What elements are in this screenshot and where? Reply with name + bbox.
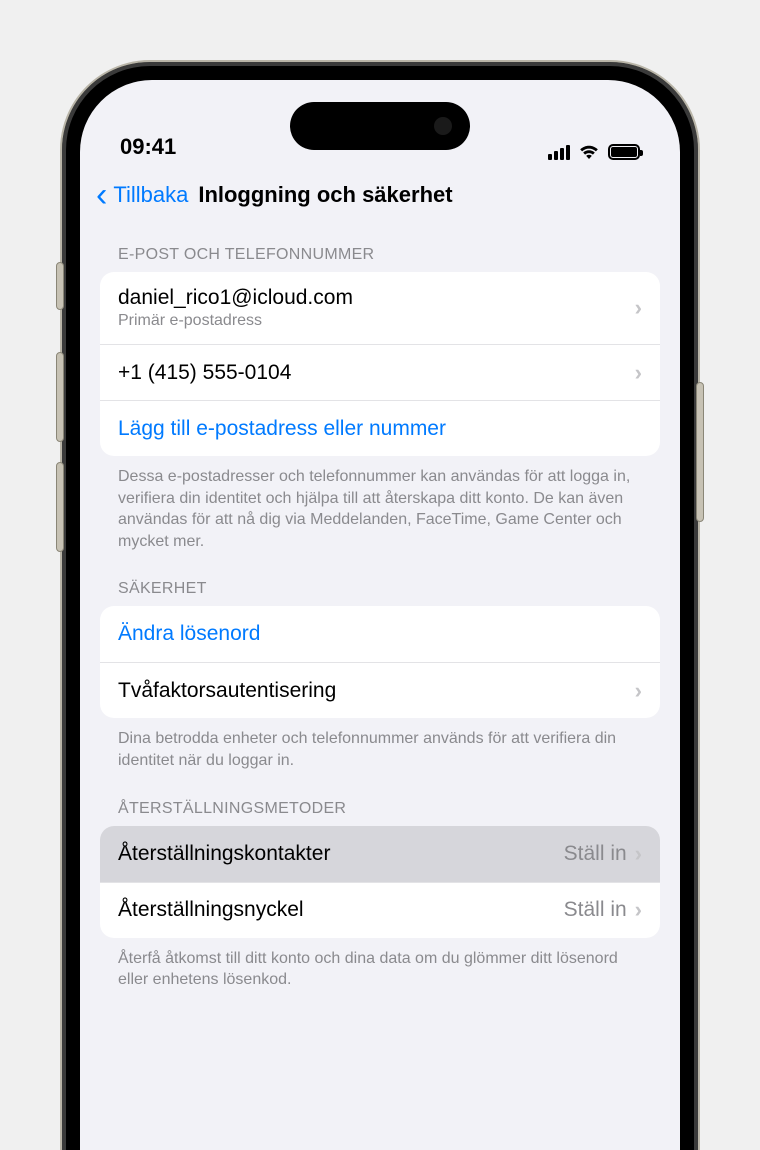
volume-up-button (56, 352, 64, 442)
add-contact-label: Lägg till e-postadress eller nummer (118, 417, 642, 441)
volume-down-button (56, 462, 64, 552)
two-factor-row[interactable]: Tvåfaktorsautentisering › (100, 662, 660, 718)
battery-icon (608, 144, 640, 160)
chevron-right-icon: › (635, 841, 642, 867)
primary-email-sub: Primär e-postadress (118, 312, 635, 330)
section-header-recovery: ÅTERSTÄLLNINGSMETODER (100, 780, 660, 826)
two-factor-label: Tvåfaktorsautentisering (118, 679, 635, 703)
cellular-icon (548, 144, 570, 160)
section-footer-recovery: Återfå åtkomst till ditt konto och dina … (100, 938, 660, 999)
screen: 09:41 ‹ Till (80, 80, 680, 1150)
contact-group: daniel_rico1@icloud.com Primär e-postadr… (100, 272, 660, 456)
recovery-key-row[interactable]: Återställningsnyckel Ställ in › (100, 882, 660, 938)
section-header-security: SÄKERHET (100, 560, 660, 606)
phone-number: +1 (415) 555-0104 (118, 361, 635, 385)
back-chevron-icon[interactable]: ‹ (90, 178, 109, 212)
chevron-right-icon: › (635, 897, 642, 923)
wifi-icon (578, 144, 600, 160)
recovery-key-value: Ställ in (564, 898, 627, 922)
page-title: Inloggning och säkerhet (198, 182, 452, 208)
back-button[interactable]: Tillbaka (113, 182, 188, 208)
recovery-key-label: Återställningsnyckel (118, 898, 564, 922)
change-password-label: Ändra lösenord (118, 622, 642, 646)
phone-row[interactable]: +1 (415) 555-0104 › (100, 344, 660, 400)
section-footer-contact: Dessa e-postadresser och telefonnummer k… (100, 456, 660, 560)
mute-switch (56, 262, 64, 310)
phone-frame: 09:41 ‹ Till (60, 60, 700, 1150)
section-header-contact: E-POST OCH TELEFONNUMMER (100, 226, 660, 272)
primary-email: daniel_rico1@icloud.com (118, 286, 635, 310)
section-footer-security: Dina betrodda enheter och telefonnummer … (100, 718, 660, 779)
power-button (696, 382, 704, 522)
status-time: 09:41 (120, 134, 176, 160)
dynamic-island (290, 102, 470, 150)
primary-email-row[interactable]: daniel_rico1@icloud.com Primär e-postadr… (100, 272, 660, 344)
recovery-group: Återställningskontakter Ställ in › Åters… (100, 826, 660, 938)
change-password-row[interactable]: Ändra lösenord (100, 606, 660, 662)
recovery-contacts-row[interactable]: Återställningskontakter Ställ in › (100, 826, 660, 882)
add-contact-row[interactable]: Lägg till e-postadress eller nummer (100, 400, 660, 456)
chevron-right-icon: › (635, 360, 642, 386)
chevron-right-icon: › (635, 295, 642, 321)
nav-bar: ‹ Tillbaka Inloggning och säkerhet (80, 168, 680, 226)
recovery-contacts-label: Återställningskontakter (118, 842, 564, 866)
security-group: Ändra lösenord Tvåfaktorsautentisering › (100, 606, 660, 718)
chevron-right-icon: › (635, 678, 642, 704)
recovery-contacts-value: Ställ in (564, 842, 627, 866)
